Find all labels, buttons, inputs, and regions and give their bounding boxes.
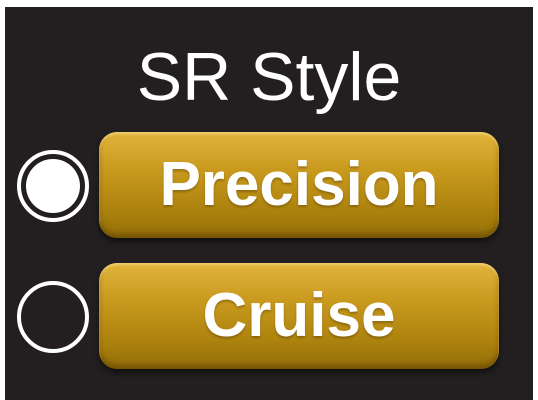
radio-cruise[interactable]: [17, 281, 89, 353]
option-cruise: Cruise: [5, 261, 533, 371]
panel-title: SR Style: [136, 39, 402, 115]
sr-style-panel: SR Style Precision Cruise: [5, 7, 533, 400]
radio-precision[interactable]: [17, 150, 89, 222]
precision-button-label: Precision: [159, 150, 439, 219]
cruise-button-label: Cruise: [202, 281, 396, 350]
option-precision: Precision: [5, 130, 533, 240]
radio-selected-dot-icon: [26, 159, 80, 213]
cruise-button[interactable]: Cruise: [99, 263, 499, 369]
precision-button[interactable]: Precision: [99, 132, 499, 238]
